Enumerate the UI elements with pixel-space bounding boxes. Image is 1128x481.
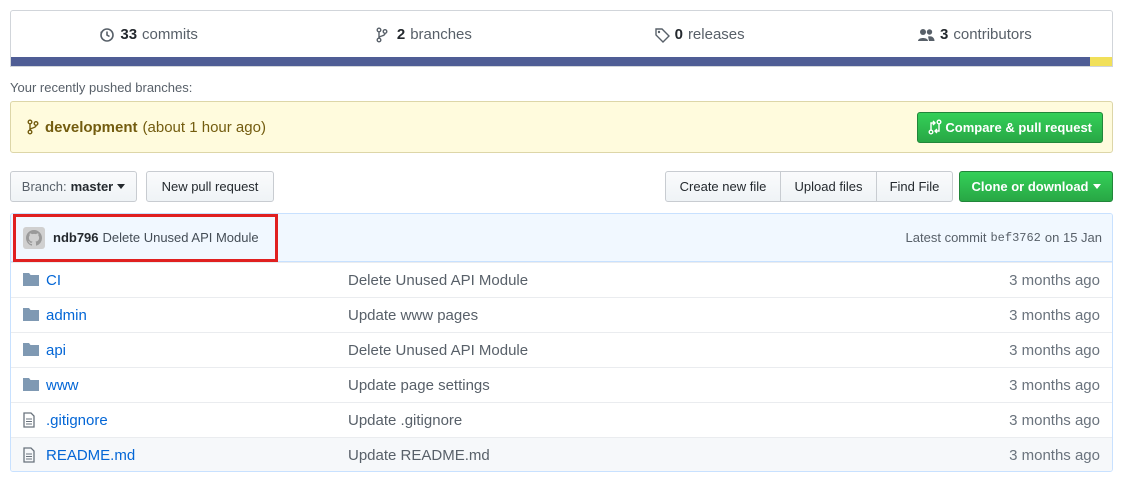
commit-date: on 15 Jan <box>1044 230 1102 245</box>
file-row: CI Delete Unused API Module 3 months ago <box>11 262 1112 297</box>
find-file-button[interactable]: Find File <box>876 171 953 202</box>
clone-or-download-label: Clone or download <box>971 179 1089 194</box>
folder-icon <box>23 377 39 393</box>
file-name[interactable]: CI <box>46 272 348 289</box>
clone-or-download-button[interactable]: Clone or download <box>959 171 1113 202</box>
branches-count: 2 <box>396 26 406 43</box>
file-age: 3 months ago <box>1009 446 1100 464</box>
file-name[interactable]: .gitignore <box>46 412 348 429</box>
upload-files-label: Upload files <box>794 179 863 194</box>
language-bar-segment[interactable] <box>11 57 1090 66</box>
repo-numbers-summary: 33 commits 2 branches 0 releases 3 contr… <box>10 10 1113 67</box>
file-row: README.md Update README.md 3 months ago <box>11 437 1112 471</box>
commits-link[interactable]: 33 commits <box>11 11 286 58</box>
file-commit-message[interactable]: Update page settings <box>348 377 1009 394</box>
file-age: 3 months ago <box>1009 341 1100 359</box>
branch-icon <box>376 27 392 43</box>
file-icon <box>23 412 39 428</box>
recent-branch-alert: development (about 1 hour ago) Compare &… <box>10 101 1113 153</box>
folder-icon <box>23 272 39 288</box>
commits-count: 33 <box>120 26 138 43</box>
language-bar[interactable] <box>11 57 1112 66</box>
latest-commit-info: Latest commit bef3762 on 15 Jan <box>906 230 1102 245</box>
language-bar-segment[interactable] <box>1089 57 1112 66</box>
upload-files-button[interactable]: Upload files <box>780 171 877 202</box>
releases-label: releases <box>687 26 745 43</box>
file-row: api Delete Unused API Module 3 months ag… <box>11 332 1112 367</box>
releases-link[interactable]: 0 releases <box>562 11 837 58</box>
file-row: admin Update www pages 3 months ago <box>11 297 1112 332</box>
file-navigation: ndb796 Delete Unused API Module Latest c… <box>10 213 1113 472</box>
folder-icon <box>23 342 39 358</box>
tag-icon <box>654 27 670 43</box>
file-age: 3 months ago <box>1009 376 1100 394</box>
file-age: 3 months ago <box>1009 411 1100 429</box>
commit-tease: ndb796 Delete Unused API Module Latest c… <box>11 214 1112 262</box>
file-row: www Update page settings 3 months ago <box>11 367 1112 402</box>
file-commit-message[interactable]: Delete Unused API Module <box>348 272 1009 289</box>
compare-pull-request-button[interactable]: Compare & pull request <box>917 111 1103 143</box>
commit-sha[interactable]: bef3762 <box>990 231 1040 245</box>
branches-link[interactable]: 2 branches <box>286 11 561 58</box>
git-compare-icon <box>928 119 942 135</box>
branch-name: master <box>70 179 114 194</box>
branches-label: branches <box>410 26 472 43</box>
contributors-link[interactable]: 3 contributors <box>837 11 1112 58</box>
branch-prefix: Branch: <box>21 179 67 194</box>
file-commit-message[interactable]: Update .gitignore <box>348 412 1009 429</box>
chevron-down-icon <box>1092 184 1101 189</box>
releases-count: 0 <box>674 26 683 43</box>
file-name[interactable]: README.md <box>46 447 348 464</box>
history-icon <box>99 27 115 43</box>
recent-branch-name[interactable]: development <box>45 119 138 136</box>
new-pull-request-button[interactable]: New pull request <box>146 171 274 202</box>
contributors-label: contributors <box>953 26 1032 43</box>
file-commit-message[interactable]: Delete Unused API Module <box>348 342 1009 359</box>
new-pull-request-label: New pull request <box>161 179 259 194</box>
commits-label: commits <box>142 26 198 43</box>
file-actions-group: Create new file Upload files Find File <box>665 171 953 202</box>
create-new-file-button[interactable]: Create new file <box>665 171 781 202</box>
highlight-annotation-box <box>13 214 278 262</box>
compare-pull-request-label: Compare & pull request <box>945 119 1092 135</box>
file-row: .gitignore Update .gitignore 3 months ag… <box>11 402 1112 437</box>
contributors-count: 3 <box>940 26 949 43</box>
branch-icon <box>27 119 41 135</box>
recent-branch-time: (about 1 hour ago) <box>142 118 266 136</box>
file-name[interactable]: api <box>46 342 348 359</box>
recent-branches-label: Your recently pushed branches: <box>10 80 193 95</box>
file-age: 3 months ago <box>1009 271 1100 289</box>
file-age: 3 months ago <box>1009 306 1100 324</box>
file-name[interactable]: www <box>46 377 348 394</box>
folder-icon <box>23 307 39 323</box>
people-icon <box>917 27 935 43</box>
latest-commit-label: Latest commit <box>905 230 987 245</box>
find-file-label: Find File <box>889 179 940 194</box>
file-commit-message[interactable]: Update www pages <box>348 307 1009 324</box>
branch-select-button[interactable]: Branch: master <box>10 171 137 202</box>
create-new-file-label: Create new file <box>679 179 767 194</box>
file-icon <box>23 447 39 463</box>
file-name[interactable]: admin <box>46 307 348 324</box>
file-commit-message[interactable]: Update README.md <box>348 447 1009 464</box>
chevron-down-icon <box>117 184 126 189</box>
